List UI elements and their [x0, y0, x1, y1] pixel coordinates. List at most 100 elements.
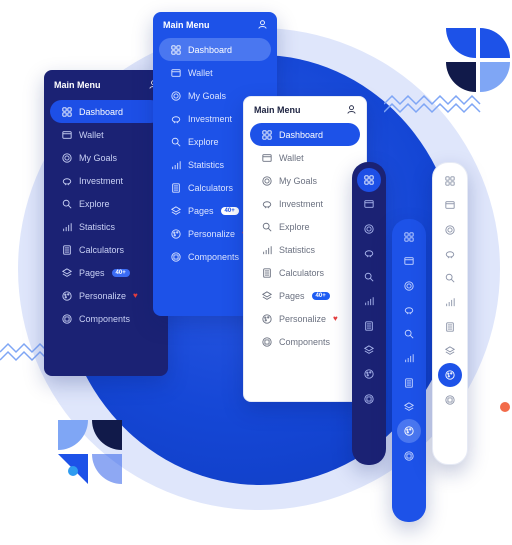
menu-item-dashboard[interactable]: Dashboard: [50, 100, 162, 123]
user-icon[interactable]: [258, 19, 267, 31]
menu-item-personalize[interactable]: Personalize ♥: [250, 307, 360, 330]
rail-item-statistics[interactable]: [397, 346, 421, 370]
menu-item-statistics[interactable]: Statistics: [250, 238, 360, 261]
rail-item-goals[interactable]: [357, 217, 381, 241]
dashboard-icon: [262, 129, 272, 140]
dashboard-icon: [364, 175, 374, 185]
wallet-icon: [171, 68, 181, 77]
rail-item-goals[interactable]: [438, 218, 462, 242]
rail-item-dashboard[interactable]: [357, 168, 381, 192]
rail-item-dashboard[interactable]: [397, 225, 421, 249]
palette-icon: [262, 313, 272, 324]
menu-item-personalize[interactable]: Personalize ♥: [50, 284, 162, 307]
menu-item-wallet[interactable]: Wallet: [159, 61, 271, 84]
menu-item-goals[interactable]: My Goals: [50, 146, 162, 169]
menu-item-label: Pages: [279, 290, 305, 301]
rail-item-investment[interactable]: [357, 241, 381, 265]
rail-item-wallet[interactable]: [438, 193, 462, 217]
menu-title: Main Menu: [54, 80, 101, 90]
rail-item-explore[interactable]: [357, 265, 381, 289]
navy-rail: [352, 162, 386, 465]
rail-item-personalize[interactable]: [438, 363, 462, 388]
menu-item-label: My Goals: [79, 152, 118, 163]
menu-item-label: Explore: [188, 136, 219, 147]
palette-icon: [364, 369, 374, 379]
menu-item-statistics[interactable]: Statistics: [50, 215, 162, 238]
menu-item-wallet[interactable]: Wallet: [50, 123, 162, 146]
menu-item-label: Investment: [279, 198, 324, 209]
menu-item-pages[interactable]: Pages 40+: [50, 261, 162, 284]
menu-item-label: Pages: [188, 205, 214, 216]
menu-item-calculators[interactable]: Calculators: [50, 238, 162, 261]
palette-icon: [62, 290, 72, 301]
rail-item-personalize[interactable]: [357, 362, 381, 386]
rail-item-wallet[interactable]: [397, 249, 421, 273]
rail-item-goals[interactable]: [397, 274, 421, 298]
calculator-icon: [405, 378, 413, 388]
menu-item-explore[interactable]: Explore: [250, 215, 360, 238]
components-icon: [445, 395, 455, 405]
rail-item-calculators[interactable]: [397, 371, 421, 395]
dot-cyan: [68, 466, 78, 476]
calculator-icon: [63, 244, 71, 255]
menu-item-goals[interactable]: My Goals: [250, 169, 360, 192]
menu-header: Main Menu: [153, 12, 277, 38]
bar-chart-icon: [365, 297, 374, 306]
menu-item-calculators[interactable]: Calculators: [250, 261, 360, 284]
wallet-icon: [62, 130, 72, 139]
count-badge: 40+: [311, 291, 330, 300]
rail-item-dashboard[interactable]: [438, 169, 462, 193]
rail-item-wallet[interactable]: [357, 192, 381, 216]
rail-item-components[interactable]: [357, 387, 381, 411]
menu-item-components[interactable]: Components: [50, 307, 162, 330]
menu-item-label: Wallet: [79, 129, 104, 140]
menu-item-components[interactable]: Components: [250, 330, 360, 353]
menu-item-label: Components: [188, 251, 240, 262]
count-badge: 40+: [111, 268, 130, 277]
search-icon: [262, 222, 272, 231]
search-icon: [404, 329, 414, 339]
bar-chart-icon: [63, 222, 72, 231]
white-panel: Main Menu Dashboard Wallet My Goals Investm…: [243, 96, 367, 402]
layers-icon: [62, 267, 72, 277]
user-icon[interactable]: [347, 104, 356, 116]
rail-item-components[interactable]: [397, 444, 421, 468]
menu-item-investment[interactable]: Investment: [50, 169, 162, 192]
menu-header: Main Menu: [244, 97, 366, 123]
menu-item-dashboard[interactable]: Dashboard: [159, 38, 271, 61]
rail-item-pages[interactable]: [397, 395, 421, 419]
palette-icon: [404, 426, 414, 436]
piggy-bank-icon: [404, 307, 414, 315]
rail-item-investment[interactable]: [397, 298, 421, 322]
menu-item-label: Explore: [279, 221, 310, 232]
target-icon: [445, 224, 455, 235]
target-icon: [262, 175, 272, 186]
calculator-icon: [365, 321, 373, 331]
menu-list: Dashboard Wallet My Goals Investment Explore…: [244, 123, 366, 353]
rail-item-components[interactable]: [438, 388, 462, 412]
rail-item-explore[interactable]: [397, 322, 421, 346]
search-icon: [62, 199, 72, 208]
rail-item-statistics[interactable]: [357, 289, 381, 313]
calculator-icon: [446, 322, 454, 332]
blue-rail: [392, 219, 426, 522]
menu-item-explore[interactable]: Explore: [50, 192, 162, 215]
rail-item-personalize[interactable]: [397, 419, 421, 444]
rail-item-statistics[interactable]: [438, 290, 462, 314]
layers-icon: [262, 290, 272, 300]
rail-item-calculators[interactable]: [357, 314, 381, 338]
count-badge: 40+: [220, 206, 239, 215]
rail-item-investment[interactable]: [438, 242, 462, 266]
menu-item-label: Statistics: [79, 221, 116, 232]
menu-item-label: Investment: [188, 113, 233, 124]
menu-item-investment[interactable]: Investment: [250, 192, 360, 215]
rail-item-explore[interactable]: [438, 266, 462, 290]
rail-item-calculators[interactable]: [438, 315, 462, 339]
menu-item-pages[interactable]: Pages 40+: [250, 284, 360, 307]
menu-item-dashboard[interactable]: Dashboard: [250, 123, 360, 146]
palette-icon: [445, 370, 455, 380]
rail-item-pages[interactable]: [357, 338, 381, 362]
rail-item-pages[interactable]: [438, 339, 462, 363]
menu-item-wallet[interactable]: Wallet: [250, 146, 360, 169]
menu-item-label: Calculators: [79, 244, 125, 255]
